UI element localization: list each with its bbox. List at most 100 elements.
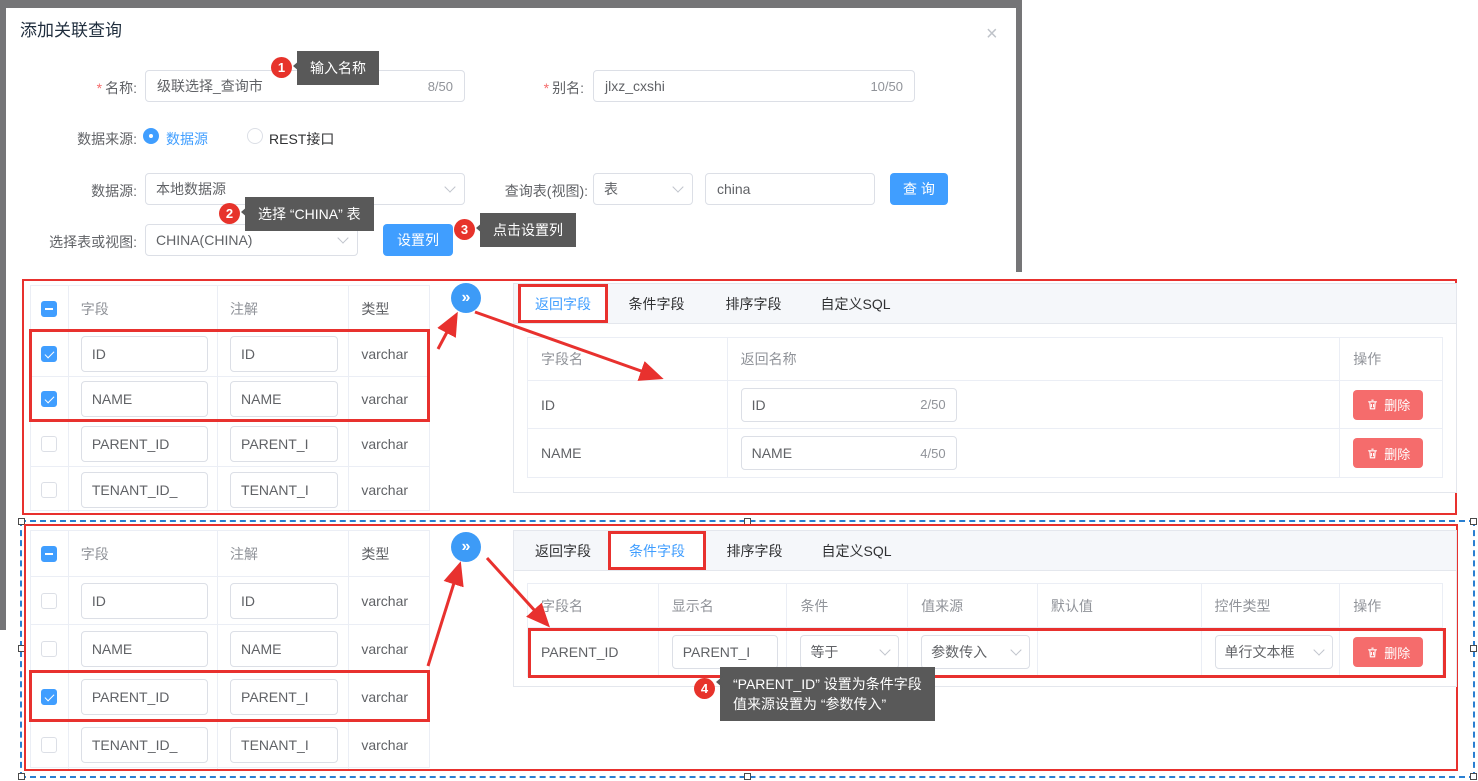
step-badge-2: 2	[219, 203, 240, 224]
col-header-action: 操作	[1340, 338, 1442, 380]
col-header-field-name: 字段名	[528, 584, 659, 627]
field-name: NAME	[528, 429, 728, 477]
select-table-label: 选择表或视图:	[7, 232, 137, 252]
dialog-border-top	[0, 0, 1022, 8]
table-row: ID ID varchar	[31, 332, 429, 377]
field-comment-input[interactable]: NAME	[230, 631, 338, 667]
tabbar: 返回字段 条件字段 排序字段 自定义SQL	[514, 284, 1456, 324]
delete-button[interactable]: 删除	[1353, 637, 1423, 667]
table-keyword-input[interactable]: china	[705, 173, 875, 205]
trash-icon	[1366, 447, 1379, 460]
dialog-border-left	[0, 8, 6, 630]
table-row: TENANT_ID_ TENANT_I varchar	[31, 721, 429, 769]
field-comment-input[interactable]: NAME	[230, 381, 338, 417]
return-fields-table: 字段名 返回名称 操作 ID ID 2/50 删除 NAME NAME 4/50	[527, 337, 1443, 478]
radio-rest-api[interactable]	[247, 128, 263, 144]
col-header-action: 操作	[1340, 584, 1442, 627]
query-button[interactable]: 查 询	[890, 173, 948, 205]
table-row: PARENT_ID PARENT_I varchar	[31, 422, 429, 467]
col-header-return-name: 返回名称	[728, 338, 1341, 380]
section1-field-table: 字段 注解 类型 ID ID varchar NAME NAME varchar…	[30, 285, 430, 511]
field-name-input[interactable]: TENANT_ID_	[81, 472, 208, 508]
field-name: ID	[528, 381, 728, 428]
field-name-input[interactable]: NAME	[81, 631, 208, 667]
table-row: PARENT_ID PARENT_I varchar	[31, 673, 429, 721]
select-all-checkbox[interactable]	[41, 301, 57, 317]
tab-custom-sql[interactable]: 自定义SQL	[803, 531, 910, 570]
col-header-display-name: 显示名	[659, 584, 788, 627]
field-comment-input[interactable]: TENANT_I	[230, 472, 338, 508]
field-name-input[interactable]: ID	[81, 583, 208, 619]
radio-datasource[interactable]	[143, 128, 159, 144]
tab-sort-fields[interactable]: 排序字段	[706, 531, 803, 570]
select-all-checkbox[interactable]	[41, 546, 57, 562]
tab-return-fields[interactable]: 返回字段	[518, 284, 608, 323]
selection-handle[interactable]	[1470, 645, 1477, 652]
table-row: NAME NAME varchar	[31, 377, 429, 422]
return-name-input[interactable]: ID 2/50	[741, 388, 957, 422]
selection-handle[interactable]	[1470, 518, 1477, 525]
field-comment-input[interactable]: PARENT_I	[230, 426, 338, 462]
tab-condition-fields[interactable]: 条件字段	[608, 531, 706, 570]
field-comment-input[interactable]: TENANT_I	[230, 727, 338, 763]
col-header-field: 字段	[69, 531, 218, 576]
row-checkbox[interactable]	[41, 593, 57, 609]
row-checkbox[interactable]	[41, 482, 57, 498]
selection-handle[interactable]	[18, 773, 25, 780]
field-type: varchar	[349, 332, 429, 376]
condition-select[interactable]: 等于	[800, 635, 899, 669]
row-checkbox[interactable]	[41, 641, 57, 657]
display-name-input[interactable]: PARENT_I	[672, 635, 778, 669]
control-type-select[interactable]: 单行文本框	[1215, 635, 1333, 669]
select-table-value: CHINA(CHINA)	[156, 232, 252, 248]
default-value[interactable]	[1038, 628, 1202, 676]
dialog-title: 添加关联查询	[20, 16, 122, 41]
row-checkbox[interactable]	[41, 436, 57, 452]
name-label: *名称:	[7, 78, 137, 98]
expand-button[interactable]: »	[451, 532, 481, 562]
step-tooltip-3: 点击设置列	[480, 213, 576, 247]
col-header-field-name: 字段名	[528, 338, 728, 380]
table-row: TENANT_ID_ TENANT_I varchar	[31, 467, 429, 512]
expand-button[interactable]: »	[451, 283, 481, 313]
alias-input[interactable]: jlxz_cxshi 10/50	[593, 70, 915, 102]
field-name-input[interactable]: PARENT_ID	[81, 426, 208, 462]
return-name-input[interactable]: NAME 4/50	[741, 436, 957, 470]
row-checkbox[interactable]	[41, 346, 57, 362]
close-icon[interactable]: ×	[986, 24, 998, 44]
field-name-input[interactable]: PARENT_ID	[81, 679, 208, 715]
selection-handle[interactable]	[744, 773, 751, 780]
chevron-down-icon	[337, 232, 348, 243]
col-header-value-source: 值来源	[908, 584, 1038, 627]
radio-datasource-label[interactable]: 数据源	[166, 129, 208, 149]
row-checkbox[interactable]	[41, 737, 57, 753]
table-row: NAME NAME 4/50 删除	[528, 429, 1442, 477]
set-columns-button[interactable]: 设置列	[383, 224, 453, 256]
col-header-condition: 条件	[787, 584, 908, 627]
field-comment-input[interactable]: PARENT_I	[230, 679, 338, 715]
field-table-header: 字段 注解 类型	[31, 531, 429, 577]
delete-button[interactable]: 删除	[1353, 438, 1423, 468]
field-comment-input[interactable]: ID	[230, 336, 338, 372]
table-type-select[interactable]: 表	[593, 173, 693, 205]
chevron-down-icon	[1313, 644, 1324, 655]
tab-custom-sql[interactable]: 自定义SQL	[802, 284, 909, 323]
tab-condition-fields[interactable]: 条件字段	[608, 284, 705, 323]
tab-return-fields[interactable]: 返回字段	[518, 531, 608, 570]
selection-handle[interactable]	[1470, 773, 1477, 780]
field-name-input[interactable]: NAME	[81, 381, 208, 417]
field-comment-input[interactable]: ID	[230, 583, 338, 619]
value-source-select[interactable]: 参数传入	[921, 635, 1030, 669]
alias-label: *别名:	[454, 78, 584, 98]
alias-counter: 10/50	[870, 79, 903, 94]
row-checkbox[interactable]	[41, 391, 57, 407]
field-name-input[interactable]: TENANT_ID_	[81, 727, 208, 763]
tab-sort-fields[interactable]: 排序字段	[705, 284, 802, 323]
field-name-input[interactable]: ID	[81, 336, 208, 372]
field-type: varchar	[349, 577, 429, 624]
delete-button[interactable]: 删除	[1353, 390, 1423, 420]
row-checkbox[interactable]	[41, 689, 57, 705]
table-keyword-value: china	[717, 181, 750, 197]
table-row: NAME NAME varchar	[31, 625, 429, 673]
radio-rest-api-label[interactable]: REST接口	[269, 129, 334, 149]
